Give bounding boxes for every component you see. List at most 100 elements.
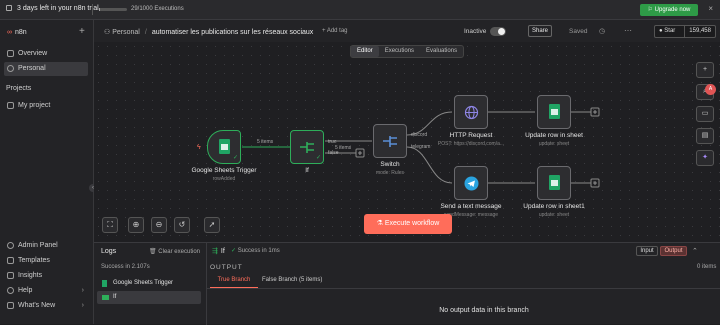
check-icon: ✓ <box>315 155 321 161</box>
zoom-out-button[interactable]: ⊖ <box>151 217 167 233</box>
sidebar-item-templates[interactable]: Templates <box>4 254 88 268</box>
node-send-text-message[interactable] <box>454 166 488 200</box>
clear-execution-button[interactable]: 🗑 Clear execution <box>149 248 200 255</box>
chevron-right-icon: › <box>81 287 84 294</box>
node-update-row-in-sheet1[interactable] <box>537 166 571 200</box>
sidebar-item-admin-panel[interactable]: Admin Panel <box>4 239 88 253</box>
tab-false-branch[interactable]: False Branch (5 items) <box>262 275 322 286</box>
node-subtitle: update: sheet <box>538 212 570 218</box>
node-http-request[interactable] <box>454 95 488 129</box>
star-count: 159,458 <box>684 26 715 37</box>
google-sheets-icon <box>549 175 560 190</box>
sidebar-item-personal[interactable]: Personal <box>4 62 88 76</box>
box-icon <box>7 257 14 264</box>
lightning-icon: ϟ <box>197 144 201 151</box>
chevron-right-icon: › <box>81 302 84 309</box>
breadcrumb-personal[interactable]: Personal <box>112 29 140 36</box>
chart-icon <box>7 272 14 279</box>
workflow-header: ⚇ Personal / automatiser les publications … <box>94 20 720 42</box>
trial-banner: 3 days left in your n8n trial 29/1000 Ex… <box>0 0 720 20</box>
execution-summary: Success in 2.107s <box>101 264 150 270</box>
trial-text: 3 days left in your n8n trial <box>6 5 99 12</box>
home-icon <box>7 50 14 57</box>
more-options-icon[interactable]: ⋯ <box>624 26 632 35</box>
trash-icon: 🗑 <box>149 249 159 255</box>
tidy-up-button[interactable]: ➚ <box>204 217 220 233</box>
connections-layer <box>242 107 600 188</box>
if-icon: ⇶ <box>212 248 218 255</box>
log-row-google-sheets-trigger[interactable]: Google Sheets Trigger <box>97 277 201 290</box>
workflow-name[interactable]: automatiser les publications sur les rés… <box>152 29 313 36</box>
executions-progress-bar <box>99 8 127 11</box>
google-sheets-icon <box>102 280 107 287</box>
edge-items-label: 5 items <box>257 139 274 145</box>
switch-icon <box>383 136 397 147</box>
sidebar-item-insights[interactable]: Insights <box>4 269 88 283</box>
selected-node-name: ⇶ If <box>212 248 225 255</box>
expand-panel-icon[interactable]: ⌃ <box>692 247 698 255</box>
sidebar-item-my-project[interactable]: My project <box>4 99 88 113</box>
input-toggle[interactable]: Input <box>636 246 658 256</box>
add-icon[interactable]: + <box>79 26 85 37</box>
sidebar-item-overview[interactable]: Overview <box>4 47 88 61</box>
n8n-logo[interactable]: ∞ n8n <box>7 29 27 36</box>
output-toggle[interactable]: Output <box>660 246 687 256</box>
sticky-note-button[interactable]: ▭ <box>696 106 714 122</box>
flask-icon: ⚗ <box>376 220 385 227</box>
status-label: Inactive <box>464 28 487 35</box>
check-icon: ✓ <box>231 248 238 254</box>
node-google-sheets-trigger[interactable]: ✓ <box>207 130 241 164</box>
breadcrumb: ⚇ Personal / automatiser les publications … <box>104 29 314 36</box>
bell-icon <box>7 302 14 309</box>
empty-output-message: No output data in this branch <box>439 307 529 314</box>
close-banner-icon[interactable]: × <box>708 4 713 13</box>
ai-assistant-button[interactable]: ✦ <box>696 150 714 166</box>
node-if[interactable]: ✓ <box>290 130 324 164</box>
upgrade-button[interactable]: ⚐ Upgrade now <box>640 4 698 16</box>
add-tag-button[interactable]: + Add tag <box>322 28 348 34</box>
undo-button[interactable]: ↺ <box>174 217 190 233</box>
log-row-if[interactable]: If <box>97 291 201 304</box>
node-update-row-in-sheet[interactable] <box>537 95 571 129</box>
node-subtitle: rowAdded <box>212 176 236 182</box>
cloud-icon <box>7 242 14 249</box>
check-icon: ✓ <box>232 155 238 161</box>
node-title: Switch <box>380 161 400 168</box>
history-icon[interactable]: ◷ <box>599 27 605 35</box>
logs-title: Logs <box>101 248 117 255</box>
if-icon <box>300 142 314 153</box>
saved-status: Saved <box>569 28 588 35</box>
templates-button[interactable]: ▤ <box>696 128 714 144</box>
github-icon: ● <box>659 28 663 34</box>
node-subtitle: update: sheet <box>538 141 570 147</box>
panel-divider <box>206 243 207 325</box>
google-sheets-icon <box>219 139 230 154</box>
avatar[interactable]: A <box>705 84 716 95</box>
add-node-button[interactable]: + <box>696 62 714 78</box>
sidebar-item-whats-new[interactable]: What's New › <box>4 299 88 313</box>
if-false-items: 5 items <box>335 145 352 151</box>
divider <box>207 288 720 289</box>
globe-icon <box>464 105 479 120</box>
items-count: 0 items <box>697 264 717 270</box>
sidebar-item-help[interactable]: Help › <box>4 284 88 298</box>
github-star-button[interactable]: ● Star 159,458 <box>654 25 716 38</box>
telegram-icon <box>464 176 479 191</box>
workflow-canvas[interactable]: Editor Executions Evaluations 5 items tr… <box>94 42 720 242</box>
help-icon <box>7 287 14 294</box>
node-status: ✓ Success in 1ms <box>231 248 280 254</box>
share-button[interactable]: Share <box>528 25 552 37</box>
projects-heading: Projects <box>6 85 32 92</box>
tab-true-branch[interactable]: True Branch <box>210 275 258 288</box>
execute-workflow-button[interactable]: ⚗ Execute workflow <box>364 214 452 234</box>
fit-view-button[interactable]: ⛶ <box>102 217 118 233</box>
node-switch[interactable] <box>373 124 407 158</box>
active-toggle[interactable] <box>490 27 506 36</box>
executions-count: 29/1000 Executions <box>131 6 184 12</box>
zoom-in-button[interactable]: ⊕ <box>128 217 144 233</box>
node-subtitle: mode: Rules <box>375 170 405 176</box>
warning-icon <box>6 5 12 11</box>
divider <box>92 4 93 15</box>
user-icon: ⚇ <box>104 29 113 36</box>
user-icon <box>7 65 14 72</box>
